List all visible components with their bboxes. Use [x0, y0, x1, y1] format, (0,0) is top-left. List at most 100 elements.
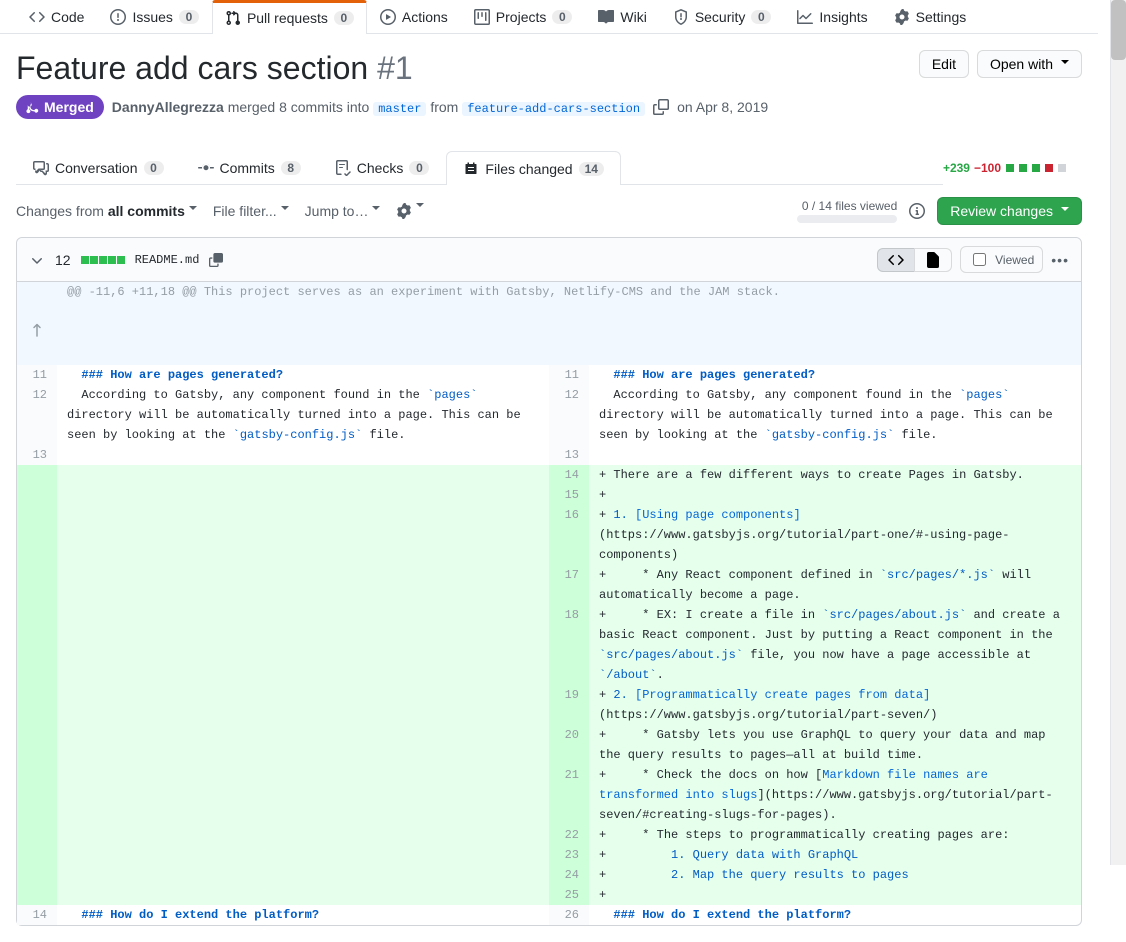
code-right: + 1. Query data with GraphQL: [589, 845, 1081, 865]
line-num-right[interactable]: 15: [549, 485, 589, 505]
code-right: +: [589, 885, 1081, 905]
play-icon: [380, 9, 396, 25]
code-left: ### How do I extend the platform?: [57, 905, 549, 925]
base-branch[interactable]: master: [373, 102, 426, 116]
pr-author[interactable]: DannyAllegrezza: [112, 99, 224, 115]
tab-settings[interactable]: Settings: [881, 0, 980, 33]
line-num-right[interactable]: 16: [549, 505, 589, 565]
tab-security[interactable]: Security 0: [660, 0, 785, 33]
line-num-right[interactable]: 14: [549, 465, 589, 485]
line-num-right[interactable]: 19: [549, 685, 589, 725]
tab-conversation-label: Conversation: [55, 160, 138, 176]
line-num-right[interactable]: 24: [549, 865, 589, 885]
diff-row: 24 + 2. Map the query results to pages: [17, 865, 1081, 885]
diff-row: 16 + 1. [Using page components](https://…: [17, 505, 1081, 565]
line-num-left[interactable]: 13: [17, 445, 57, 465]
code-right: + 1. [Using page components](https://www…: [589, 505, 1081, 565]
tab-wiki-label: Wiki: [620, 9, 646, 25]
git-merge-icon: [26, 100, 40, 114]
code-right: According to Gatsby, any component found…: [589, 385, 1081, 445]
file-header: 12 README.md Viewed •••: [17, 238, 1081, 282]
scrollbar-thumb[interactable]: [1111, 0, 1126, 60]
tab-commits[interactable]: Commits 8: [181, 151, 318, 184]
file-name[interactable]: README.md: [135, 253, 200, 267]
tab-files-changed[interactable]: Files changed 14: [446, 151, 621, 185]
tab-insights[interactable]: Insights: [784, 0, 880, 33]
line-num-right[interactable]: 26: [549, 905, 589, 925]
chevron-down-icon[interactable]: [29, 252, 45, 268]
open-with-button[interactable]: Open with: [977, 50, 1082, 78]
diff-row: 17 + * Any React component defined in `s…: [17, 565, 1081, 605]
tab-code[interactable]: Code: [16, 0, 97, 33]
hunk-header: @@ -11,6 +11,18 @@ This project serves a…: [17, 282, 1081, 365]
code-icon: [888, 252, 904, 268]
tab-pull-requests[interactable]: Pull requests 0: [212, 0, 367, 34]
tab-checks[interactable]: Checks 0: [318, 151, 447, 184]
rendered-view-button[interactable]: [914, 248, 952, 272]
checklist-icon: [335, 160, 351, 176]
line-num-right[interactable]: 23: [549, 845, 589, 865]
diffstat-block: [1019, 164, 1027, 172]
edit-button[interactable]: Edit: [919, 50, 969, 78]
line-num-right[interactable]: 17: [549, 565, 589, 605]
code-right: + * Gatsby lets you use GraphQL to query…: [589, 725, 1081, 765]
head-branch[interactable]: feature-add-cars-section: [462, 102, 645, 116]
pr-merge-text-2: from: [430, 99, 458, 115]
diff-settings-dropdown[interactable]: [396, 203, 424, 219]
changes-from-dropdown[interactable]: Changes from all commits: [16, 203, 197, 219]
diff-row: 21 + * Check the docs on how [Markdown f…: [17, 765, 1081, 825]
file: 12 README.md Viewed ••• @@ -11,6 +11,18 …: [16, 237, 1082, 926]
diff-row: 22 + * The steps to programmatically cre…: [17, 825, 1081, 845]
review-changes-button[interactable]: Review changes: [937, 197, 1082, 225]
viewed-checkbox[interactable]: Viewed: [960, 246, 1043, 273]
tab-actions[interactable]: Actions: [367, 0, 461, 33]
file-icon: [925, 252, 941, 268]
line-num-right[interactable]: 12: [549, 385, 589, 445]
tab-projects[interactable]: Projects 0: [461, 0, 586, 33]
scrollbar[interactable]: [1110, 0, 1126, 865]
tab-projects-count: 0: [552, 10, 572, 24]
tab-conversation[interactable]: Conversation 0: [16, 151, 181, 184]
diff-row: 14 ### How do I extend the platform? 26 …: [17, 905, 1081, 925]
pr-merge-text-1: merged 8 commits into: [228, 99, 370, 115]
tab-wiki[interactable]: Wiki: [585, 0, 659, 33]
jump-to-dropdown[interactable]: Jump to…: [305, 203, 381, 219]
issue-opened-icon: [110, 9, 126, 25]
git-pull-request-icon: [225, 10, 241, 26]
kebab-menu[interactable]: •••: [1051, 252, 1069, 268]
line-num-right[interactable]: 20: [549, 725, 589, 765]
line-num-right[interactable]: 22: [549, 825, 589, 845]
line-num-right[interactable]: 18: [549, 605, 589, 685]
line-num-left[interactable]: 14: [17, 905, 57, 925]
code-left: According to Gatsby, any component found…: [57, 385, 549, 445]
line-num-right[interactable]: 13: [549, 445, 589, 465]
state-label: Merged: [44, 99, 94, 115]
tab-issues[interactable]: Issues 0: [97, 0, 211, 33]
progress-bar: [797, 215, 897, 223]
copy-icon[interactable]: [653, 99, 669, 115]
line-num-right[interactable]: 11: [549, 365, 589, 385]
expand-icon[interactable]: [17, 282, 57, 365]
code-icon: [29, 9, 45, 25]
diffstat-block: [1006, 164, 1014, 172]
info-icon[interactable]: [909, 203, 925, 219]
viewed-checkbox-input[interactable]: [973, 253, 986, 266]
diff-row: 20 + * Gatsby lets you use GraphQL to qu…: [17, 725, 1081, 765]
copy-path-icon[interactable]: [209, 253, 223, 267]
line-num-left[interactable]: 11: [17, 365, 57, 385]
comment-discussion-icon: [33, 160, 49, 176]
file-filter-dropdown[interactable]: File filter...: [213, 203, 289, 219]
code-right: ### How are pages generated?: [589, 365, 1081, 385]
code-right: + * Any React component defined in `src/…: [589, 565, 1081, 605]
line-num-right[interactable]: 25: [549, 885, 589, 905]
source-view-button[interactable]: [877, 248, 915, 272]
tab-checks-label: Checks: [357, 160, 404, 176]
state-badge: Merged: [16, 95, 104, 119]
line-num-right[interactable]: 21: [549, 765, 589, 825]
line-num-left[interactable]: 12: [17, 385, 57, 445]
diffstat-mini: [81, 256, 125, 264]
code-right: + * Check the docs on how [Markdown file…: [589, 765, 1081, 825]
diffstat-block: [1032, 164, 1040, 172]
diffstat-deletions: −100: [974, 161, 1001, 175]
tab-issues-label: Issues: [132, 9, 172, 25]
